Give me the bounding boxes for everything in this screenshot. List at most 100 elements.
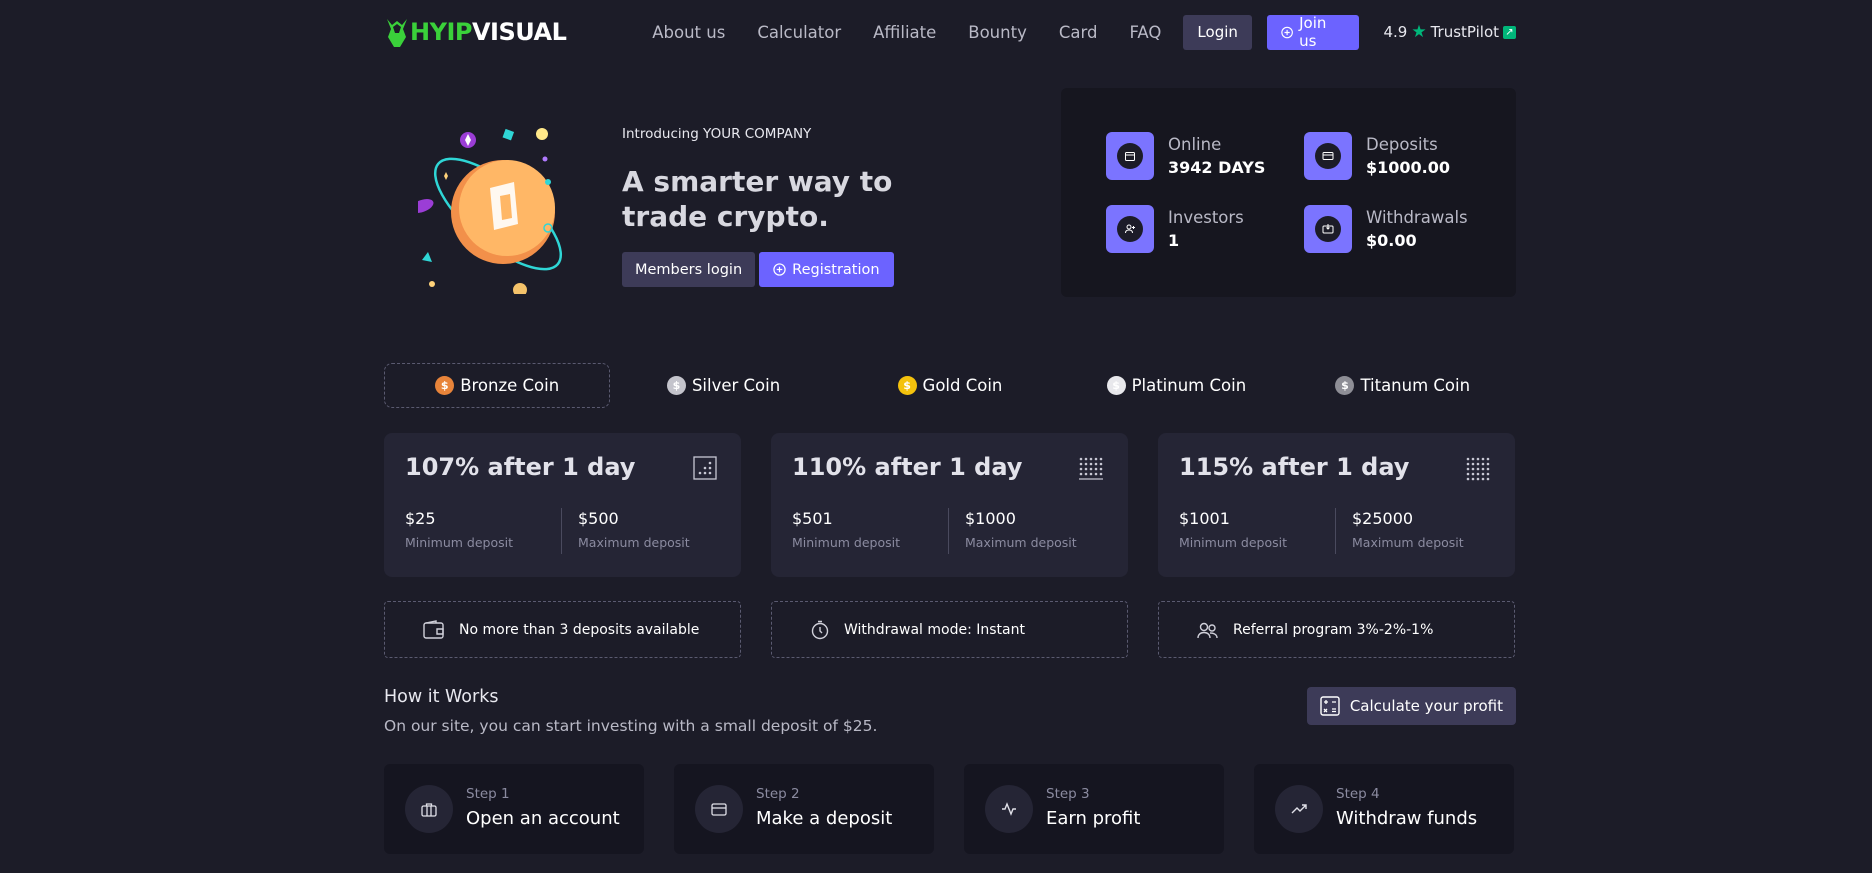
main-nav: About us Calculator Affiliate Bounty Car… — [652, 23, 1193, 42]
stat-deposits: Deposits $1000.00 — [1304, 132, 1450, 180]
tab-label: Platinum Coin — [1131, 376, 1247, 395]
coin-tabs: $ Bronze Coin $ Silver Coin $ Gold Coin … — [384, 363, 1516, 408]
plan-max-value: $1000 — [965, 509, 1016, 528]
plan-min-value: $501 — [792, 509, 833, 528]
tab-label: Titanum Coin — [1360, 376, 1471, 395]
hero-title: A smarter way to trade crypto. — [622, 165, 893, 233]
plan-card[interactable]: 115% after 1 day $1001 Minimum deposit $… — [1158, 433, 1515, 577]
nav-about-us[interactable]: About us — [652, 23, 725, 42]
nav-bounty[interactable]: Bounty — [968, 23, 1027, 42]
plan-cards: 107% after 1 day $25 Minimum deposit $50… — [384, 433, 1516, 577]
titanum-coin-icon: $ — [1335, 376, 1355, 395]
trustpilot-rating: 4.9 — [1383, 23, 1408, 41]
info-text: Referral program 3%-2%-1% — [1233, 621, 1434, 638]
gold-coin-icon: $ — [897, 376, 917, 395]
plus-circle-icon — [773, 263, 786, 276]
join-us-button[interactable]: Join us — [1266, 14, 1360, 50]
info-referral: Referral program 3%-2%-1% — [1158, 601, 1515, 658]
logo[interactable]: HYIPVISUAL — [384, 12, 617, 52]
stat-investors: Investors 1 — [1106, 205, 1244, 253]
plan-max-value: $25000 — [1352, 509, 1414, 528]
plus-circle-icon — [1281, 26, 1293, 38]
plan-card[interactable]: 107% after 1 day $25 Minimum deposit $50… — [384, 433, 741, 577]
trustpilot-link[interactable]: 4.9 ★ TrustPilot ↗ — [1383, 22, 1516, 42]
logo-text-visual: VISUAL — [471, 18, 567, 46]
divider — [1335, 508, 1336, 554]
steps: Step 1 Open an account Step 2 Make a dep… — [384, 764, 1516, 854]
hero-intro: Introducing YOUR COMPANY — [622, 126, 812, 142]
nav-faq[interactable]: FAQ — [1129, 23, 1161, 42]
how-it-works-title: How it Works — [384, 687, 499, 707]
bronze-coin-icon: $ — [435, 376, 455, 395]
briefcase-icon — [405, 785, 453, 833]
tab-label: Bronze Coin — [460, 376, 560, 395]
step-number: Step 2 — [756, 786, 800, 802]
how-it-works-subtitle: On our site, you can start investing wit… — [384, 717, 878, 735]
tab-platinum-coin[interactable]: $ Platinum Coin — [1063, 363, 1289, 408]
page-wrapper: HYIPVISUAL About us Calculator Affiliate… — [384, 0, 1516, 854]
dots-grid-icon — [1079, 457, 1103, 480]
dots-grid-icon — [693, 456, 717, 480]
stat-online-value: 3942 DAYS — [1168, 158, 1266, 177]
plan-min: $501 Minimum deposit — [792, 509, 900, 550]
info-text: Withdrawal mode: Instant — [844, 621, 1025, 638]
plan-min-label: Minimum deposit — [792, 535, 900, 550]
stopwatch-icon — [811, 620, 829, 639]
calculator-icon — [1320, 696, 1340, 716]
nav-calculator[interactable]: Calculator — [757, 23, 841, 42]
plan-min: $25 Minimum deposit — [405, 509, 513, 550]
nav-card[interactable]: Card — [1059, 23, 1098, 42]
plan-max-label: Maximum deposit — [578, 535, 690, 550]
registration-button[interactable]: Registration — [759, 252, 894, 287]
plan-max: $1000 Maximum deposit — [965, 509, 1077, 550]
plan-max-label: Maximum deposit — [965, 535, 1077, 550]
step-name: Earn profit — [1046, 808, 1141, 829]
users-icon — [1197, 622, 1218, 638]
tab-bronze-coin[interactable]: $ Bronze Coin — [384, 363, 611, 408]
tab-titanum-coin[interactable]: $ Titanum Coin — [1290, 363, 1516, 408]
silver-coin-icon: $ — [666, 376, 686, 395]
calendar-icon — [1125, 152, 1135, 161]
crypto-coin-illustration — [418, 128, 563, 294]
stat-icon — [1304, 132, 1352, 180]
logo-text-hyip: HYIP — [410, 18, 472, 46]
hero-buttons: Members login Registration — [622, 252, 982, 287]
user-plus-icon — [1125, 224, 1135, 234]
info-text: No more than 3 deposits available — [459, 621, 700, 638]
stat-icon — [1106, 132, 1154, 180]
stat-withdrawals-value: $0.00 — [1366, 231, 1417, 250]
stat-icon — [1106, 205, 1154, 253]
credit-card-icon — [695, 785, 743, 833]
stat-icon — [1304, 205, 1352, 253]
hero-text: Introducing YOUR COMPANY A smarter way t… — [622, 126, 982, 287]
login-button[interactable]: Login — [1183, 14, 1252, 50]
plan-title: 110% after 1 day — [792, 453, 1023, 481]
wallet-icon — [1322, 224, 1334, 234]
plan-min: $1001 Minimum deposit — [1179, 509, 1287, 550]
stats-panel: Online 3942 DAYS Deposits $1000.00 Investo… — [1061, 88, 1516, 297]
stat-deposits-value: $1000.00 — [1366, 158, 1451, 177]
calculate-profit-label: Calculate your profit — [1349, 697, 1503, 715]
plan-title: 115% after 1 day — [1179, 453, 1410, 481]
plan-max: $500 Maximum deposit — [578, 509, 690, 550]
trending-up-icon — [1275, 785, 1323, 833]
calculate-profit-button[interactable]: Calculate your profit — [1306, 687, 1516, 725]
logo-text: HYIPVISUAL — [410, 18, 567, 46]
tab-silver-coin[interactable]: $ Silver Coin — [610, 363, 836, 408]
stat-investors-label: Investors — [1168, 208, 1244, 227]
stat-deposits-label: Deposits — [1366, 135, 1438, 154]
step-card: Step 3 Earn profit — [964, 764, 1224, 854]
plan-min-label: Minimum deposit — [405, 535, 513, 550]
tab-gold-coin[interactable]: $ Gold Coin — [837, 363, 1063, 408]
stat-online-label: Online — [1168, 135, 1222, 154]
members-login-button[interactable]: Members login — [622, 252, 756, 287]
step-number: Step 4 — [1336, 786, 1380, 802]
star-icon: ★ — [1411, 22, 1427, 42]
nav-affiliate[interactable]: Affiliate — [873, 23, 936, 42]
plan-card[interactable]: 110% after 1 day $501 Minimum deposit $1… — [771, 433, 1128, 577]
dots-grid-icon — [1466, 457, 1490, 481]
external-link-icon: ↗ — [1503, 25, 1516, 39]
plan-min-label: Minimum deposit — [1179, 535, 1287, 550]
tab-label: Silver Coin — [691, 376, 781, 395]
step-number: Step 3 — [1046, 786, 1090, 802]
